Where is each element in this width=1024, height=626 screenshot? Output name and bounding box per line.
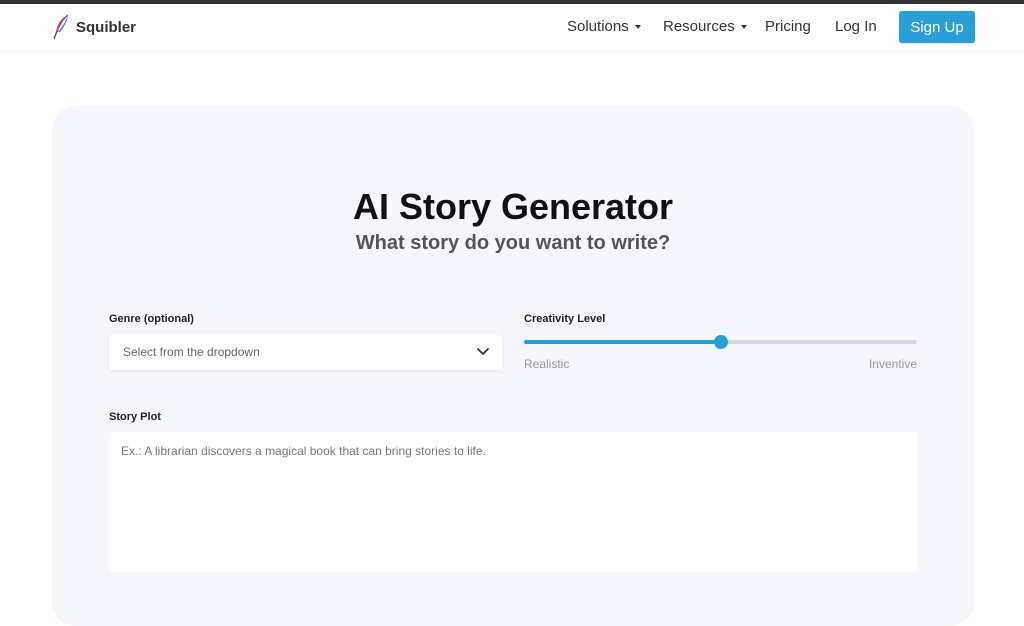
chevron-down-icon	[477, 348, 489, 355]
story-plot-input[interactable]: Ex.: A librarian discovers a magical boo…	[109, 432, 917, 572]
nav-pricing[interactable]: Pricing	[765, 18, 811, 35]
nav-solutions[interactable]: Solutions	[567, 18, 641, 35]
quill-feather-icon	[53, 14, 69, 40]
genre-select-placeholder: Select from the dropdown	[123, 345, 260, 359]
creativity-slider-thumb[interactable]	[713, 335, 728, 349]
caret-down-icon	[740, 24, 747, 29]
page-subtitle: What story do you want to write?	[355, 232, 671, 254]
nav-solutions-label: Solutions	[567, 18, 629, 35]
nav-resources-label: Resources	[663, 18, 735, 35]
creativity-max-label: Inventive	[868, 357, 917, 371]
nav-pricing-label: Pricing	[765, 18, 811, 35]
nav-resources[interactable]: Resources	[663, 18, 747, 35]
story-plot-label: Story Plot	[109, 411, 161, 423]
brand-logo[interactable]: Squibler	[52, 14, 136, 40]
creativity-label: Creativity Level	[524, 313, 606, 325]
creativity-min-label: Realistic	[524, 357, 570, 371]
nav-login[interactable]: Log In	[835, 18, 877, 35]
sign-up-button[interactable]: Sign Up	[899, 11, 975, 43]
caret-down-icon	[634, 24, 641, 29]
brand-name: Squibler	[76, 18, 137, 36]
navbar: Squibler Solutions Resources Pricing Log…	[0, 4, 1024, 50]
creativity-slider[interactable]	[524, 335, 917, 349]
creativity-slider-fill	[524, 340, 721, 344]
genre-label: Genre (optional)	[109, 313, 194, 325]
story-generator-card: AI Story Generator What story do you wan…	[52, 106, 974, 626]
page-title: AI Story Generator	[352, 186, 674, 227]
genre-select[interactable]: Select from the dropdown	[109, 334, 502, 370]
nav-login-label: Log In	[835, 18, 877, 35]
